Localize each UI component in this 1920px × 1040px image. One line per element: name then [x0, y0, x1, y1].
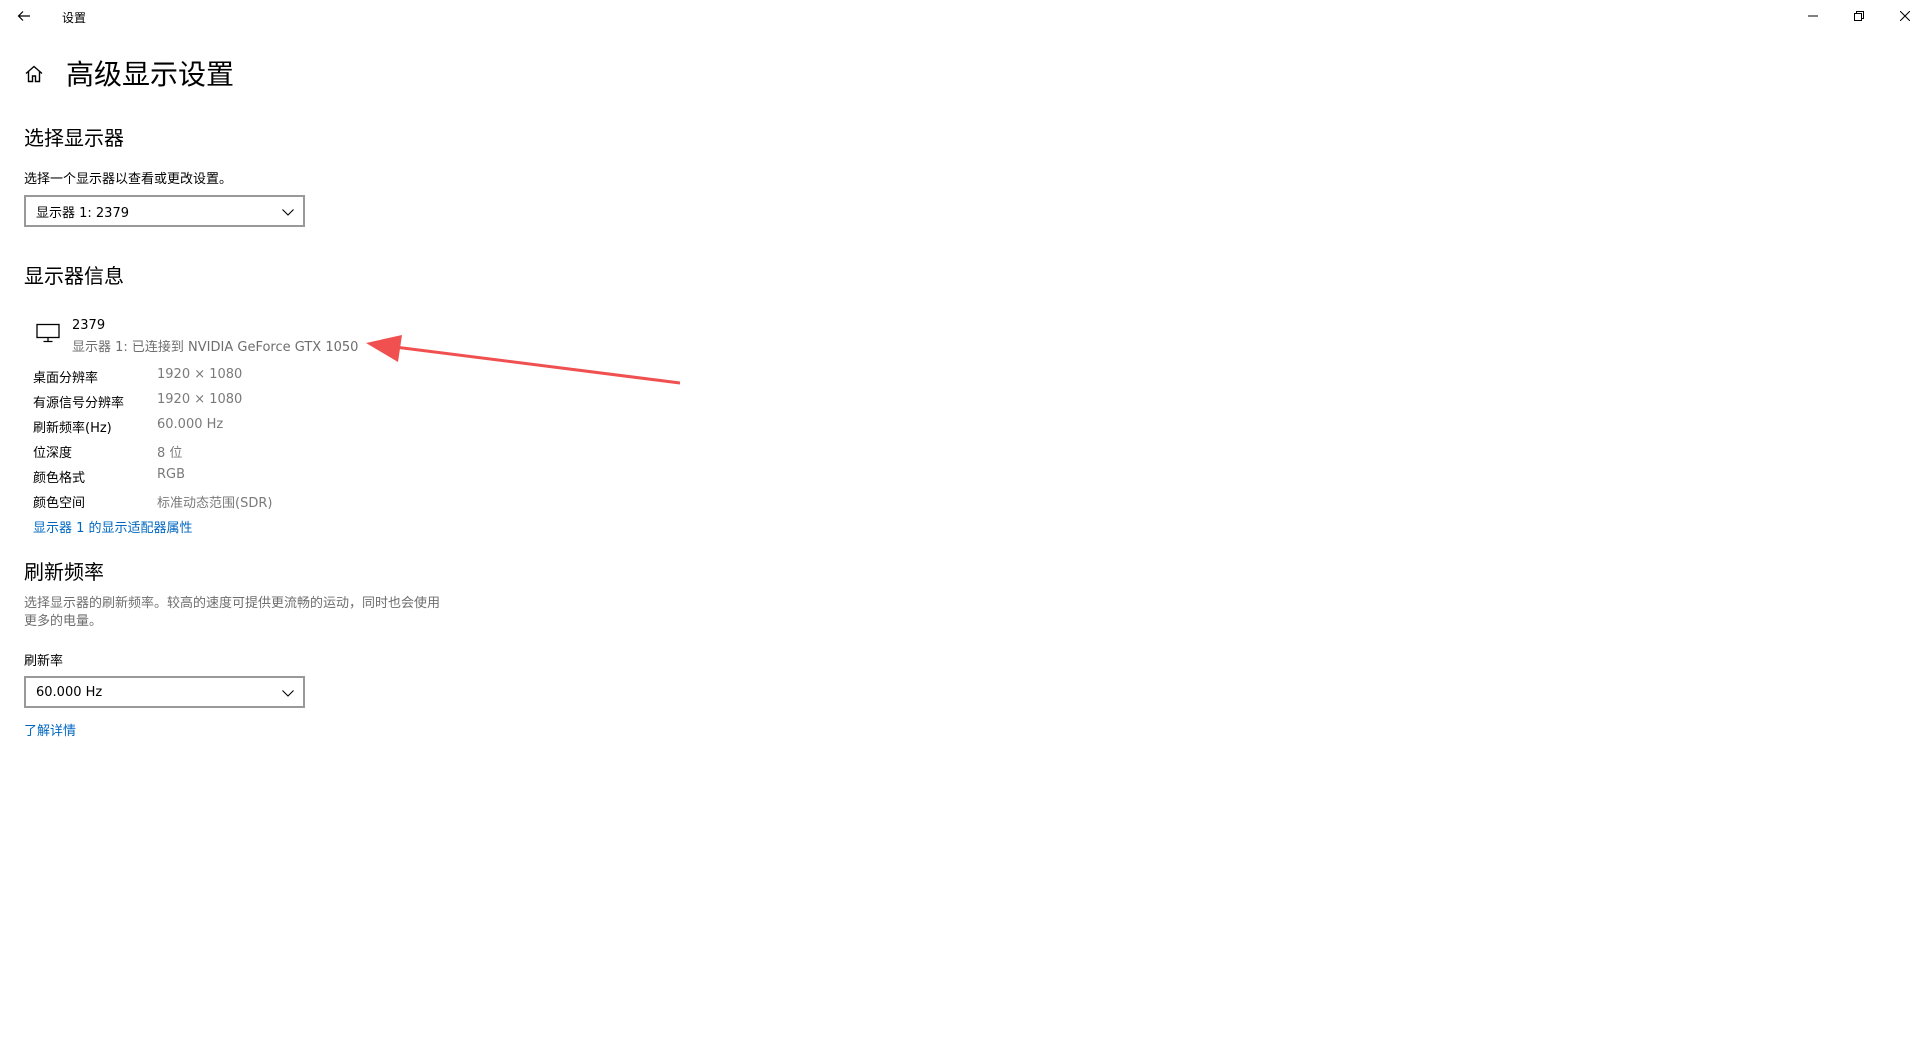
refresh-rate-heading: 刷新频率: [24, 560, 104, 584]
restore-button[interactable]: [1836, 0, 1882, 32]
refresh-description-line2: 更多的电量。: [24, 614, 103, 629]
info-row-color-format: 颜色格式 RGB: [33, 467, 453, 487]
refresh-rate-label: 刷新率: [24, 654, 64, 669]
info-row-bit-depth: 位深度 8 位: [33, 442, 453, 462]
info-key: 颜色格式: [33, 471, 86, 486]
info-key: 刷新频率(Hz): [33, 421, 112, 436]
display-select-dropdown[interactable]: 显示器 1: 2379: [24, 195, 305, 227]
refresh-rate-dropdown[interactable]: 60.000 Hz: [24, 676, 305, 708]
info-value: RGB: [157, 467, 186, 482]
display-adapter-properties-link[interactable]: 显示器 1 的显示适配器属性: [33, 517, 193, 536]
annotation-arrow: [366, 335, 681, 385]
close-button[interactable]: [1882, 0, 1920, 32]
display-info-heading: 显示器信息: [24, 264, 124, 288]
window-title: 设置: [62, 11, 87, 25]
learn-more-link[interactable]: 了解详情: [24, 720, 76, 739]
monitor-connection: 显示器 1: 已连接到 NVIDIA GeForce GTX 1050: [72, 340, 359, 355]
select-display-heading: 选择显示器: [24, 126, 124, 150]
info-value: 1920 × 1080: [157, 367, 243, 382]
home-icon[interactable]: [24, 64, 44, 84]
page-title: 高级显示设置: [66, 58, 235, 91]
minimize-button[interactable]: [1790, 0, 1836, 32]
minimize-icon: [1808, 15, 1818, 17]
info-key: 桌面分辨率: [33, 371, 99, 386]
info-value: 1920 × 1080: [157, 392, 243, 407]
info-row-refresh-rate: 刷新频率(Hz) 60.000 Hz: [33, 417, 453, 437]
monitor-icon: [36, 323, 60, 343]
refresh-description-line1: 选择显示器的刷新频率。较高的速度可提供更流畅的运动，同时也会使用: [24, 596, 441, 611]
info-value: 60.000 Hz: [157, 417, 224, 432]
info-value: 标准动态范围(SDR): [157, 496, 273, 511]
info-value: 8 位: [157, 446, 183, 461]
info-key: 位深度: [33, 446, 73, 461]
info-key: 颜色空间: [33, 496, 86, 511]
info-row-color-space: 颜色空间 标准动态范围(SDR): [33, 492, 453, 512]
back-button[interactable]: [6, 0, 42, 32]
monitor-name: 2379: [72, 318, 106, 333]
restore-icon: [1854, 11, 1864, 21]
title-bar: 设置: [0, 0, 1920, 32]
display-select-value: 显示器 1: 2379: [36, 205, 129, 221]
chevron-down-icon: [282, 209, 294, 216]
info-row-active-signal-resolution: 有源信号分辨率 1920 × 1080: [33, 392, 453, 412]
chevron-down-icon: [282, 690, 294, 697]
info-key: 有源信号分辨率: [33, 396, 125, 411]
close-icon: [1900, 11, 1910, 21]
refresh-rate-value: 60.000 Hz: [36, 684, 103, 700]
back-arrow-icon: [17, 11, 30, 21]
select-display-description: 选择一个显示器以查看或更改设置。: [24, 172, 233, 187]
